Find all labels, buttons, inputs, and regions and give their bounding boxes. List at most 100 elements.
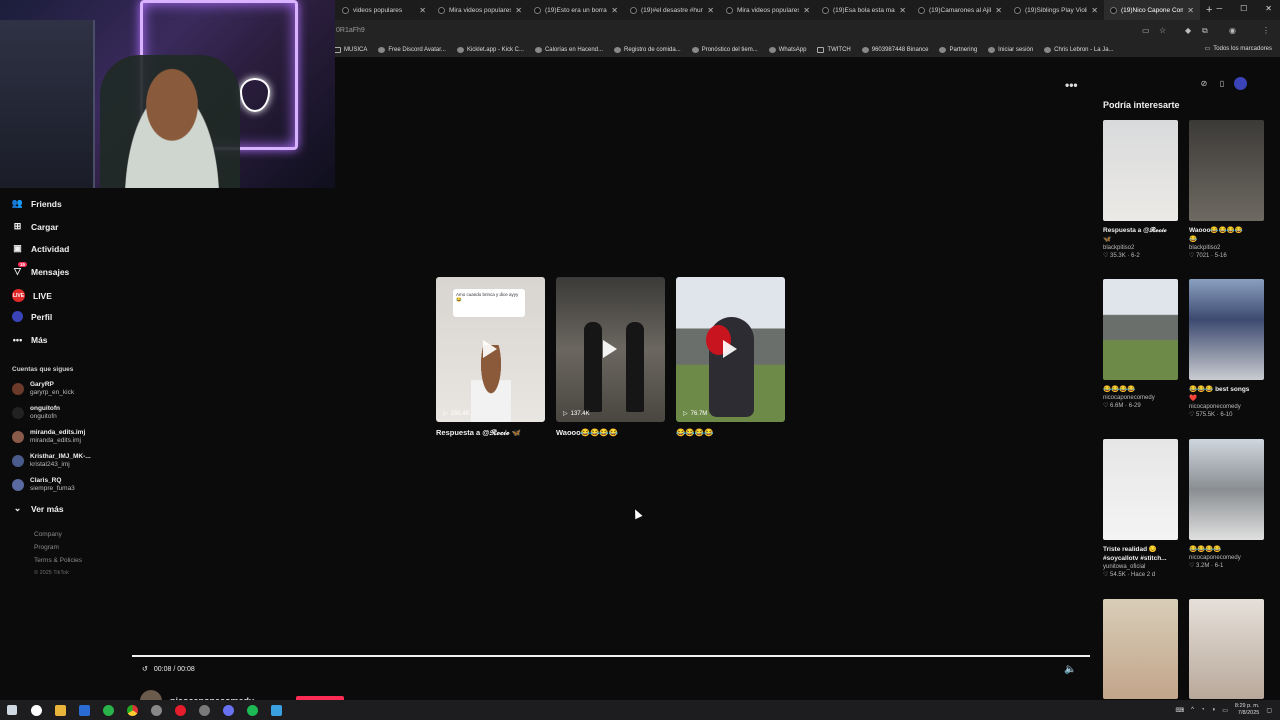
sidebar-item-friends[interactable]: 👥 Friends — [12, 198, 62, 209]
browser-tab[interactable]: (19)Nico Capone Comedy✕ — [1104, 0, 1200, 20]
video-caption[interactable]: Respuesta a @𝓡𝓸𝓬𝓲𝓸 🦋 — [436, 428, 545, 438]
recommended-user[interactable]: blackpitiso2 — [1189, 244, 1265, 252]
app-icon[interactable] — [144, 700, 168, 720]
file-explorer-icon[interactable] — [48, 700, 72, 720]
sidebar-item-live[interactable]: LIVE LIVE — [12, 289, 52, 302]
recommended-item[interactable] — [1103, 599, 1179, 699]
bookmark-item[interactable]: Partnering — [939, 46, 977, 53]
avatar[interactable] — [12, 431, 24, 443]
battery-icon[interactable]: ▭ — [1222, 707, 1228, 714]
sidebar-item-ms[interactable]: ••• Más — [12, 334, 48, 345]
recommended-thumbnail[interactable] — [1103, 599, 1178, 699]
puzzle-icon[interactable]: ⧉ — [1202, 26, 1208, 36]
followed-account[interactable]: Claris_RQ siempre_fuma3 — [12, 477, 75, 493]
footer-link[interactable]: Terms & Policies — [34, 557, 82, 564]
bookmark-item[interactable]: Calorías en Hacend... — [534, 46, 603, 53]
recommended-thumbnail[interactable] — [1103, 120, 1178, 221]
search-icon[interactable] — [24, 700, 48, 720]
recommended-thumbnail[interactable] — [1189, 439, 1264, 540]
browser-tab[interactable]: (19)Siblings Play Violin ✕ — [1008, 0, 1104, 20]
recommended-thumbnail[interactable] — [1103, 439, 1178, 540]
close-tab-icon[interactable]: ✕ — [611, 6, 618, 15]
discord-icon[interactable] — [216, 700, 240, 720]
avatar[interactable] — [12, 407, 24, 419]
recommended-item[interactable]: Waooo😂😂😂😂 😂 blackpitiso2 ♡ 7021 · 5-16 — [1189, 120, 1265, 261]
browser-tab[interactable]: (19)#el desastre #hum ✕ — [624, 0, 720, 20]
recommended-user[interactable]: nicocaponecomedy — [1103, 394, 1179, 402]
recommended-thumbnail[interactable] — [1103, 279, 1178, 380]
recommended-item[interactable]: 😂😂😂 best songs ❤️ nicocaponecomedy ♡ 575.5K… — [1189, 279, 1265, 420]
recommended-caption-extra[interactable]: 😂 — [1189, 235, 1265, 244]
browser-tab[interactable]: (19)Esto era un borrado ✕ — [528, 0, 624, 20]
recommended-user[interactable]: nicocaponecomedy — [1189, 403, 1265, 411]
wifi-icon[interactable]: ◔ — [1201, 707, 1205, 713]
extension-icon[interactable]: ◆ — [1185, 26, 1191, 35]
notification-icon[interactable]: ▢ — [1266, 707, 1272, 714]
chrome-icon[interactable] — [120, 700, 144, 720]
more-options-icon[interactable]: ••• — [1065, 78, 1078, 92]
bookmark-item[interactable]: Chris Lebron - La Ja... — [1044, 46, 1114, 53]
recommended-caption[interactable]: 😂😂😂😂 — [1103, 385, 1179, 394]
recommended-caption-extra[interactable]: #soycallotv #stitch... — [1103, 554, 1179, 563]
close-tab-icon[interactable]: ✕ — [803, 6, 810, 15]
close-tab-icon[interactable]: ✕ — [995, 6, 1002, 15]
video-tile[interactable]: ▷ 76.7M 😂😂😂😂 — [676, 277, 785, 438]
cast-icon[interactable]: ▭ — [1142, 26, 1150, 35]
recommended-caption[interactable]: 😂😂😂 best songs — [1189, 385, 1265, 394]
close-tab-icon[interactable]: ✕ — [1091, 6, 1098, 15]
bookmark-item[interactable]: Iniciar sesión — [988, 46, 1033, 53]
window-icon[interactable] — [264, 700, 288, 720]
opera-icon[interactable] — [168, 700, 192, 720]
bookmark-item[interactable]: Pronóstico del tiem... — [691, 46, 758, 53]
recommended-item[interactable]: 😂😂😂😂 nicocaponecomedy ♡ 6.6M · 6-29 — [1103, 279, 1179, 411]
close-tab-icon[interactable]: ✕ — [515, 6, 522, 15]
avatar[interactable] — [12, 455, 24, 467]
recommended-caption[interactable]: Respuesta a @𝓡𝓸𝓬𝓲𝓸 — [1103, 226, 1179, 235]
all-bookmarks[interactable]: ▭ Todos los marcadores — [1205, 45, 1272, 53]
followed-account[interactable]: onguitofn onguitofn — [12, 405, 60, 421]
star-icon[interactable]: ☆ — [1159, 26, 1166, 35]
sidebar-item-actividad[interactable]: ▣ Actividad — [12, 243, 69, 254]
followed-account[interactable]: miranda_edits.imj miranda_edits.imj — [12, 429, 85, 445]
browser-tab[interactable]: Mira videos populares ✕ — [720, 0, 816, 20]
see-more-button[interactable]: ⌄ Ver más — [12, 503, 64, 514]
recommended-caption[interactable]: 😂😂😂😂 — [1189, 545, 1265, 554]
sidebar-item-cargar[interactable]: ⊞ Cargar — [12, 221, 59, 232]
bookmark-item[interactable]: MUSICA — [334, 46, 367, 53]
recommended-caption-extra[interactable]: 🦋 — [1103, 235, 1179, 244]
bookmark-item[interactable]: Registro de comida... — [614, 46, 681, 53]
word-icon[interactable] — [72, 700, 96, 720]
avatar[interactable] — [12, 383, 24, 395]
recommended-user[interactable]: nicocaponecomedy — [1189, 554, 1265, 562]
recommended-item[interactable]: 😂😂😂😂 nicocaponecomedy ♡ 3.2M · 6-1 — [1189, 439, 1265, 571]
maximize-icon[interactable]: ☐ — [1240, 4, 1247, 13]
video-caption[interactable]: 😂😂😂😂 — [676, 428, 785, 437]
bookmark-item[interactable]: 9603987448 Binance — [861, 46, 928, 53]
bookmark-item[interactable]: Free Discord Avatar... — [378, 46, 446, 53]
browser-tab[interactable]: Mira videos populares ✕ — [432, 0, 528, 20]
recommended-thumbnail[interactable] — [1189, 599, 1264, 699]
bookmark-item[interactable]: Kicklet.app - Kick C... — [456, 46, 524, 53]
browser-tab[interactable]: (19)Esa bola esta mal ✕ — [816, 0, 912, 20]
recommended-item[interactable]: Respuesta a @𝓡𝓸𝓬𝓲𝓸 🦋 blackpitiso2 ♡ 35.3K ·… — [1103, 120, 1179, 261]
menu-icon[interactable]: ⋮ — [1262, 26, 1270, 35]
spotify-icon[interactable] — [240, 700, 264, 720]
browser-icon[interactable] — [192, 700, 216, 720]
close-tab-icon[interactable]: ✕ — [899, 6, 906, 15]
close-tab-icon[interactable]: ✕ — [419, 6, 426, 15]
recommended-caption[interactable]: Waooo😂😂😂😂 — [1189, 226, 1265, 235]
recommended-user[interactable]: yunitowa_oficial — [1103, 563, 1179, 571]
close-window-icon[interactable]: ✕ — [1265, 4, 1272, 13]
keyboard-icon[interactable]: ⌨ — [1175, 707, 1184, 714]
followed-account[interactable]: GaryRP garyrp_en_kick — [12, 381, 74, 397]
footer-link[interactable]: Company — [34, 531, 62, 538]
close-tab-icon[interactable]: ✕ — [707, 6, 714, 15]
minimize-icon[interactable]: ─ — [1216, 4, 1222, 13]
close-tab-icon[interactable]: ✕ — [1187, 6, 1194, 15]
recommended-thumbnail[interactable] — [1189, 279, 1264, 380]
video-thumbnail[interactable]: Amo cuando brinca y dice ayyy😂 ▷ 250.4K — [436, 277, 545, 422]
compass-icon[interactable]: ⊘ — [1198, 78, 1210, 90]
volume-tray-icon[interactable]: ◑ — [1212, 707, 1216, 713]
recommended-item[interactable]: Triste realidad 😔 #soycallotv #stitch... y… — [1103, 439, 1179, 580]
recommended-user[interactable]: blackpitiso2 — [1103, 244, 1179, 252]
